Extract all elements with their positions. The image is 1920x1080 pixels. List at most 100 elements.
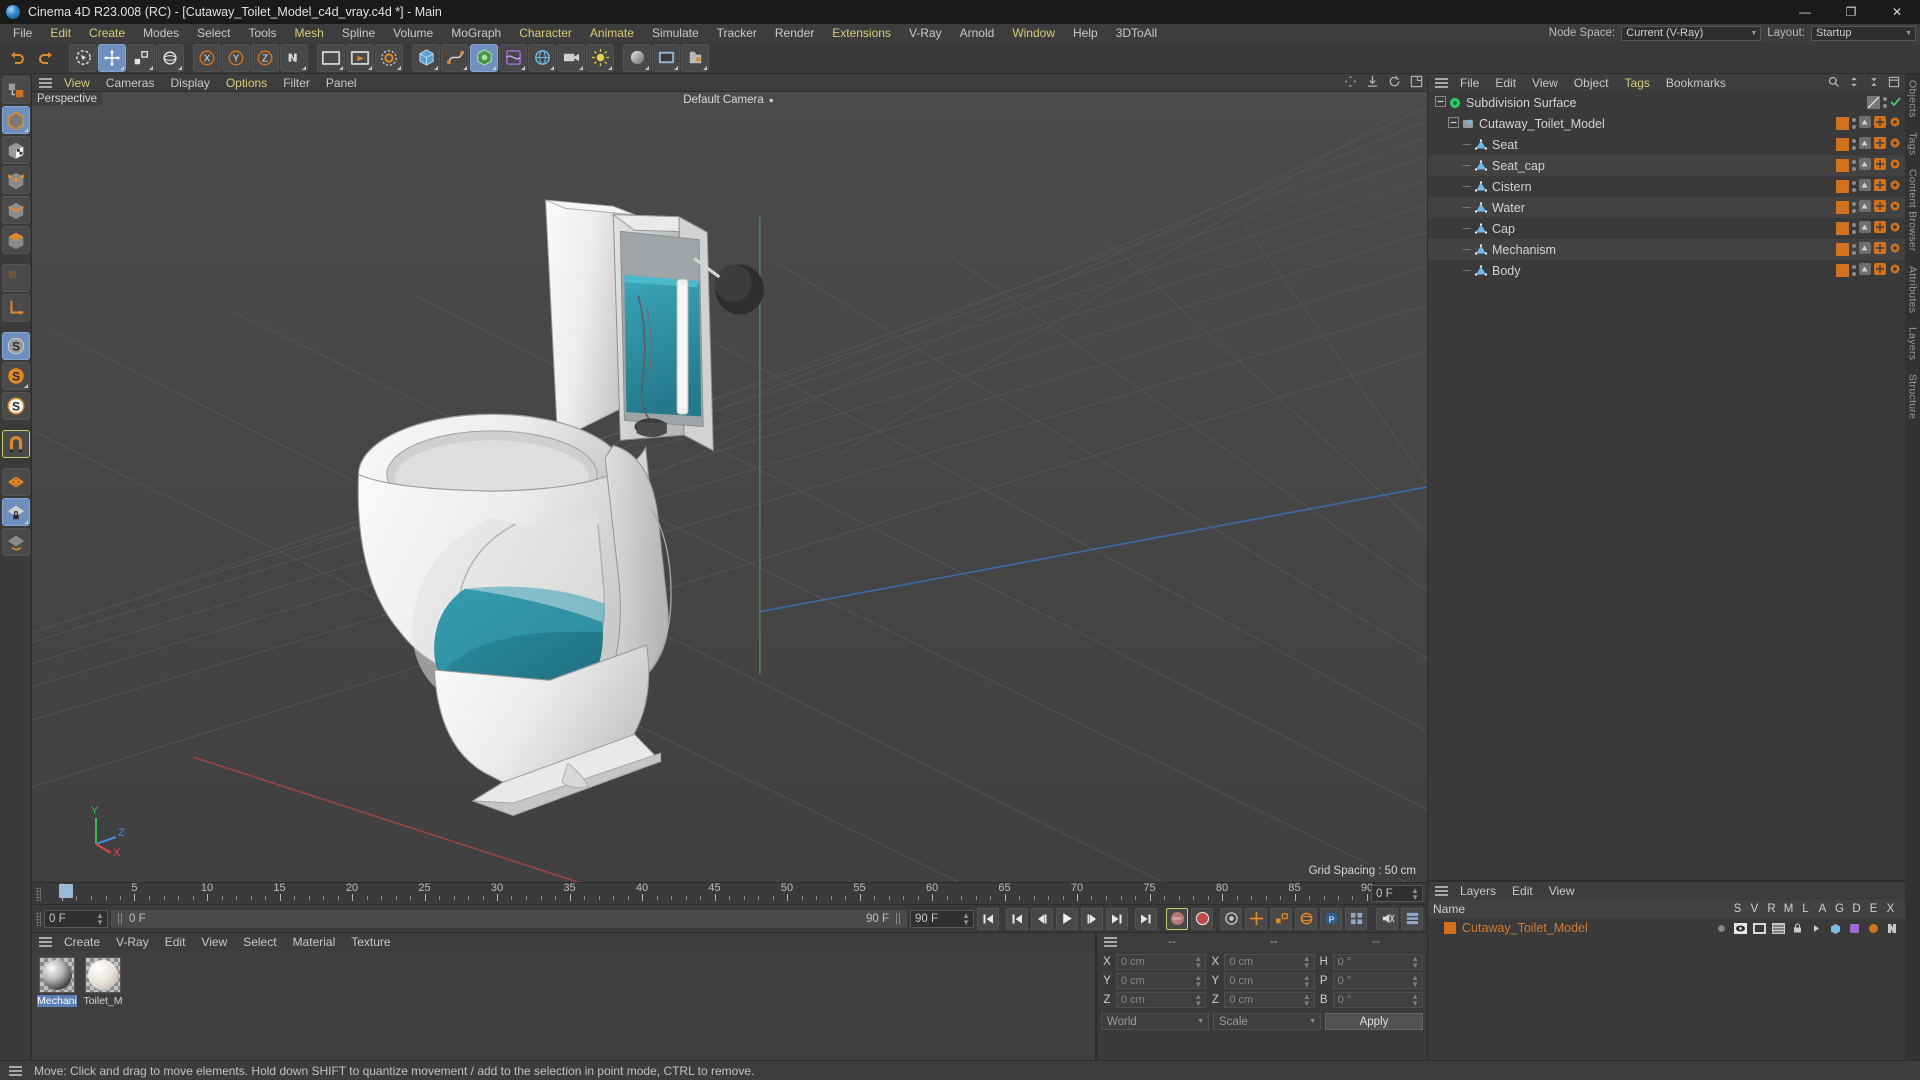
rotation-p-input[interactable]: 0 ° ▲ ▼ xyxy=(1332,973,1423,989)
point-mode-tool[interactable] xyxy=(1,166,30,194)
world-coordinate-toggle[interactable] xyxy=(280,43,308,72)
visibility-dots-icon[interactable] xyxy=(1883,97,1887,108)
vray-tag-icon[interactable] xyxy=(1889,263,1901,278)
solo-dot-icon[interactable] xyxy=(1713,923,1730,934)
spinner-icon[interactable]: ▲ ▼ xyxy=(1303,955,1311,970)
visibility-dots-icon[interactable] xyxy=(1852,160,1856,171)
keyframe-parameter-button[interactable]: P xyxy=(1320,907,1342,930)
object-row[interactable]: Subdivision Surface xyxy=(1428,92,1905,113)
coordinate-system-select[interactable]: World ▼ xyxy=(1101,1013,1209,1030)
keyframe-position-axis-button[interactable] xyxy=(1245,907,1267,930)
pan-icon[interactable] xyxy=(1344,75,1357,91)
viewport-menu-icon[interactable] xyxy=(39,77,52,88)
object-row[interactable]: ─ Body xyxy=(1428,260,1905,281)
vertical-tab-attributes[interactable]: Attributes xyxy=(1907,266,1919,313)
menu-v-ray[interactable]: V-Ray xyxy=(900,24,951,42)
move-tool[interactable] xyxy=(98,43,126,72)
minimize-button[interactable]: — xyxy=(1782,0,1828,24)
coordinate-mode-select[interactable]: Scale ▼ xyxy=(1213,1013,1321,1030)
3d-viewport[interactable]: Perspective Default Camera Grid Spacing … xyxy=(32,92,1427,882)
rotation-h-input[interactable]: 0 ° ▲ ▼ xyxy=(1332,954,1423,970)
menu-modes[interactable]: Modes xyxy=(134,24,188,42)
material-menu-v-ray[interactable]: V-Ray xyxy=(108,933,157,951)
spinner-icon[interactable]: ▲ ▼ xyxy=(1411,974,1419,989)
size-z-input[interactable]: 0 cm ▲ ▼ xyxy=(1224,992,1315,1008)
position-x-input[interactable]: 0 cm ▲ ▼ xyxy=(1116,954,1207,970)
uvw-tag-icon[interactable] xyxy=(1874,242,1886,257)
phong-tag-icon[interactable] xyxy=(1859,137,1871,152)
y-axis-lock[interactable]: Y xyxy=(222,43,250,72)
dolly-icon[interactable] xyxy=(1366,75,1379,91)
toilet-model-render[interactable] xyxy=(32,92,1427,882)
menu-tools[interactable]: Tools xyxy=(239,24,285,42)
object-row[interactable]: ─ Cap xyxy=(1428,218,1905,239)
object-menu-icon[interactable] xyxy=(1435,78,1448,88)
vertical-tab-content-browser[interactable]: Content Browser xyxy=(1907,169,1919,252)
texture-mode-tool[interactable] xyxy=(1,136,30,164)
vertical-tab-tags[interactable]: Tags xyxy=(1907,132,1919,155)
polygon-mode-tool[interactable] xyxy=(1,226,30,254)
vertical-tab-objects[interactable]: Objects xyxy=(1907,80,1919,118)
xref-icon[interactable] xyxy=(1884,923,1901,934)
menu-volume[interactable]: Volume xyxy=(384,24,442,42)
layers-list[interactable]: Cutaway_Toilet_Model xyxy=(1428,918,1905,1060)
size-x-input[interactable]: 0 cm ▲ ▼ xyxy=(1224,954,1315,970)
object-row[interactable]: ─ Mechanism xyxy=(1428,239,1905,260)
layer-column-s[interactable]: S xyxy=(1729,903,1746,915)
add-generator-button[interactable] xyxy=(470,43,498,72)
lock-icon[interactable] xyxy=(1789,922,1806,934)
enabled-check-icon[interactable] xyxy=(1890,96,1901,110)
menu-3dtoall[interactable]: 3DToAll xyxy=(1107,24,1166,42)
add-cube-button[interactable] xyxy=(412,43,440,72)
material-menu-texture[interactable]: Texture xyxy=(343,933,398,951)
uvw-tag-icon[interactable] xyxy=(1874,263,1886,278)
workplane-tool[interactable] xyxy=(1,468,30,496)
z-axis-lock[interactable]: Z xyxy=(251,43,279,72)
viewport-menu-cameras[interactable]: Cameras xyxy=(98,74,163,92)
add-light-button[interactable] xyxy=(586,43,614,72)
visibility-dots-icon[interactable] xyxy=(1852,181,1856,192)
object-menu-object[interactable]: Object xyxy=(1566,74,1617,92)
material-tag-icon[interactable] xyxy=(1836,117,1849,130)
menu-help[interactable]: Help xyxy=(1064,24,1107,42)
render-icon[interactable] xyxy=(1751,922,1768,934)
make-editable-tool[interactable] xyxy=(1,76,30,104)
visibility-dots-icon[interactable] xyxy=(1852,202,1856,213)
size-y-input[interactable]: 0 cm ▲ ▼ xyxy=(1224,973,1315,989)
vray-tag-icon[interactable] xyxy=(1889,137,1901,152)
menu-character[interactable]: Character xyxy=(510,24,581,42)
manager-icon[interactable] xyxy=(1770,922,1787,934)
project-settings-button[interactable] xyxy=(681,43,709,72)
vray-tag-icon[interactable] xyxy=(1889,158,1901,173)
menu-render[interactable]: Render xyxy=(766,24,823,42)
playhead-handle[interactable] xyxy=(59,884,73,898)
object-row[interactable]: ─ Seat_cap xyxy=(1428,155,1905,176)
timeline-grip[interactable] xyxy=(36,887,41,901)
timeline-ruler[interactable]: 051015202530354045505560657075808590 0 F… xyxy=(32,882,1427,904)
menu-create[interactable]: Create xyxy=(80,24,134,42)
range-grip-right[interactable]: || xyxy=(895,913,901,925)
spinner-icon[interactable]: ▲ ▼ xyxy=(1194,974,1202,989)
menu-extensions[interactable]: Extensions xyxy=(823,24,900,42)
scale-tool[interactable] xyxy=(127,43,155,72)
material-tag-icon[interactable] xyxy=(1836,222,1849,235)
vray-tag-icon[interactable] xyxy=(1889,200,1901,215)
eye-icon[interactable] xyxy=(1732,922,1749,934)
layout-select[interactable]: Startup ▼ xyxy=(1811,25,1916,41)
editor-visibility-icon[interactable] xyxy=(1867,96,1880,109)
spinner-icon[interactable]: ▲ ▼ xyxy=(1411,993,1419,1008)
material-tag-icon[interactable] xyxy=(1836,243,1849,256)
visibility-dots-icon[interactable] xyxy=(1852,118,1856,129)
layer-color-swatch[interactable] xyxy=(1444,922,1456,934)
close-button[interactable]: ✕ xyxy=(1874,0,1920,24)
material-tag-icon[interactable] xyxy=(1836,264,1849,277)
menu-file[interactable]: File xyxy=(4,24,41,42)
visibility-dots-icon[interactable] xyxy=(1852,244,1856,255)
menu-spline[interactable]: Spline xyxy=(333,24,384,42)
sound-toggle-button[interactable] xyxy=(1376,907,1398,930)
phong-tag-icon[interactable] xyxy=(1859,242,1871,257)
tree-collapse-toggle[interactable] xyxy=(1447,116,1460,131)
object-row[interactable]: ─ Cistern xyxy=(1428,176,1905,197)
viewport-menu-options[interactable]: Options xyxy=(218,74,275,92)
spinner-icon[interactable]: ▲ ▼ xyxy=(1303,974,1311,989)
